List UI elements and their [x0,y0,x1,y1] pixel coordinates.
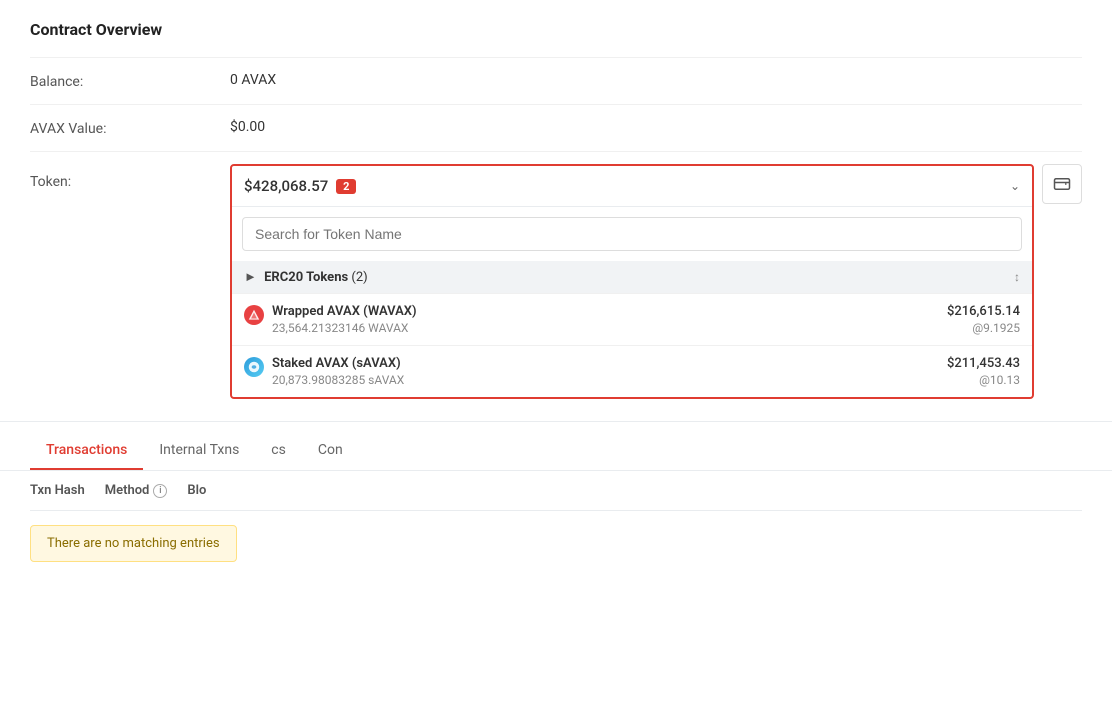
table-header: Txn Hash Method i Blo [30,471,1082,511]
col-block-partial: Blo [187,483,206,498]
tabs-section: Transactions Internal Txns cs Con [0,432,1112,471]
wavax-name: Wrapped AVAX (WAVAX) [272,304,417,319]
token-select-left: $428,068.57 2 [244,177,356,195]
wavax-values: $216,615.14 @9.1925 [947,304,1020,335]
method-info-icon[interactable]: i [153,484,167,498]
token-controls: $428,068.57 2 ⌄ [230,164,1082,399]
erc20-group-title: ► ERC20 Tokens (2) [244,269,368,285]
contract-overview-section: Contract Overview Balance: 0 AVAX AVAX V… [0,0,1112,422]
savax-name: Staked AVAX (sAVAX) [272,356,404,371]
token-row: Token: $428,068.57 2 ⌄ [30,151,1082,411]
savax-usd: $211,453.43 [947,356,1020,371]
wavax-amount: 23,564.21323146 WAVAX [272,321,417,335]
token-item-savax[interactable]: Staked AVAX (sAVAX) 20,873.98083285 sAVA… [232,345,1032,397]
token-item-left-savax: Staked AVAX (sAVAX) 20,873.98083285 sAVA… [244,356,404,387]
token-item-wavax[interactable]: Wrapped AVAX (WAVAX) 23,564.21323146 WAV… [232,293,1032,345]
savax-info: Staked AVAX (sAVAX) 20,873.98083285 sAVA… [272,356,404,387]
token-item-left-wavax: Wrapped AVAX (WAVAX) 23,564.21323146 WAV… [244,304,417,335]
chevron-right-icon: ► [244,270,257,285]
savax-icon [244,357,264,377]
balance-label: Balance: [30,72,230,90]
token-label: Token: [30,164,230,190]
sort-icon: ↕ [1014,270,1020,284]
wavax-icon [244,305,264,325]
balance-value: 0 AVAX [230,72,1082,88]
avax-value-label: AVAX Value: [30,119,230,137]
col-txn-hash: Txn Hash [30,483,85,498]
balance-row: Balance: 0 AVAX [30,57,1082,104]
tab-partial-cs[interactable]: cs [255,432,302,470]
tab-partial-con[interactable]: Con [302,432,359,470]
dropdown-panel: ► ERC20 Tokens (2) ↕ [232,206,1032,397]
avax-value-row: AVAX Value: $0.00 [30,104,1082,151]
avax-value: $0.00 [230,119,1082,135]
table-section: Txn Hash Method i Blo There are no match… [0,471,1112,576]
col-method: Method i [105,483,168,498]
token-select-trigger[interactable]: $428,068.57 2 ⌄ [232,166,1032,206]
token-search-input[interactable] [242,217,1022,251]
savax-values: $211,453.43 @10.13 [947,356,1020,387]
page-wrapper: Contract Overview Balance: 0 AVAX AVAX V… [0,0,1112,728]
tabs-list: Transactions Internal Txns cs Con [30,432,1082,470]
wavax-usd: $216,615.14 [947,304,1020,319]
search-box-wrapper [232,207,1032,261]
savax-rate: @10.13 [947,373,1020,387]
tab-internal-txns[interactable]: Internal Txns [143,432,255,470]
token-badge: 2 [336,179,356,194]
erc20-label: ERC20 Tokens [264,270,348,285]
savax-amount: 20,873.98083285 sAVAX [272,373,404,387]
wavax-rate: @9.1925 [947,321,1020,335]
section-title: Contract Overview [30,20,1082,39]
erc20-count: (2) [351,270,367,285]
wavax-info: Wrapped AVAX (WAVAX) 23,564.21323146 WAV… [272,304,417,335]
tab-transactions[interactable]: Transactions [30,432,143,470]
wallet-button[interactable] [1042,164,1082,204]
no-entries-row: There are no matching entries [30,511,1082,576]
no-entries-box: There are no matching entries [30,525,237,562]
token-dropdown-wrapper: $428,068.57 2 ⌄ [230,164,1034,399]
token-amount: $428,068.57 [244,177,328,195]
chevron-down-icon: ⌄ [1010,179,1020,193]
erc20-group-header[interactable]: ► ERC20 Tokens (2) ↕ [232,261,1032,293]
